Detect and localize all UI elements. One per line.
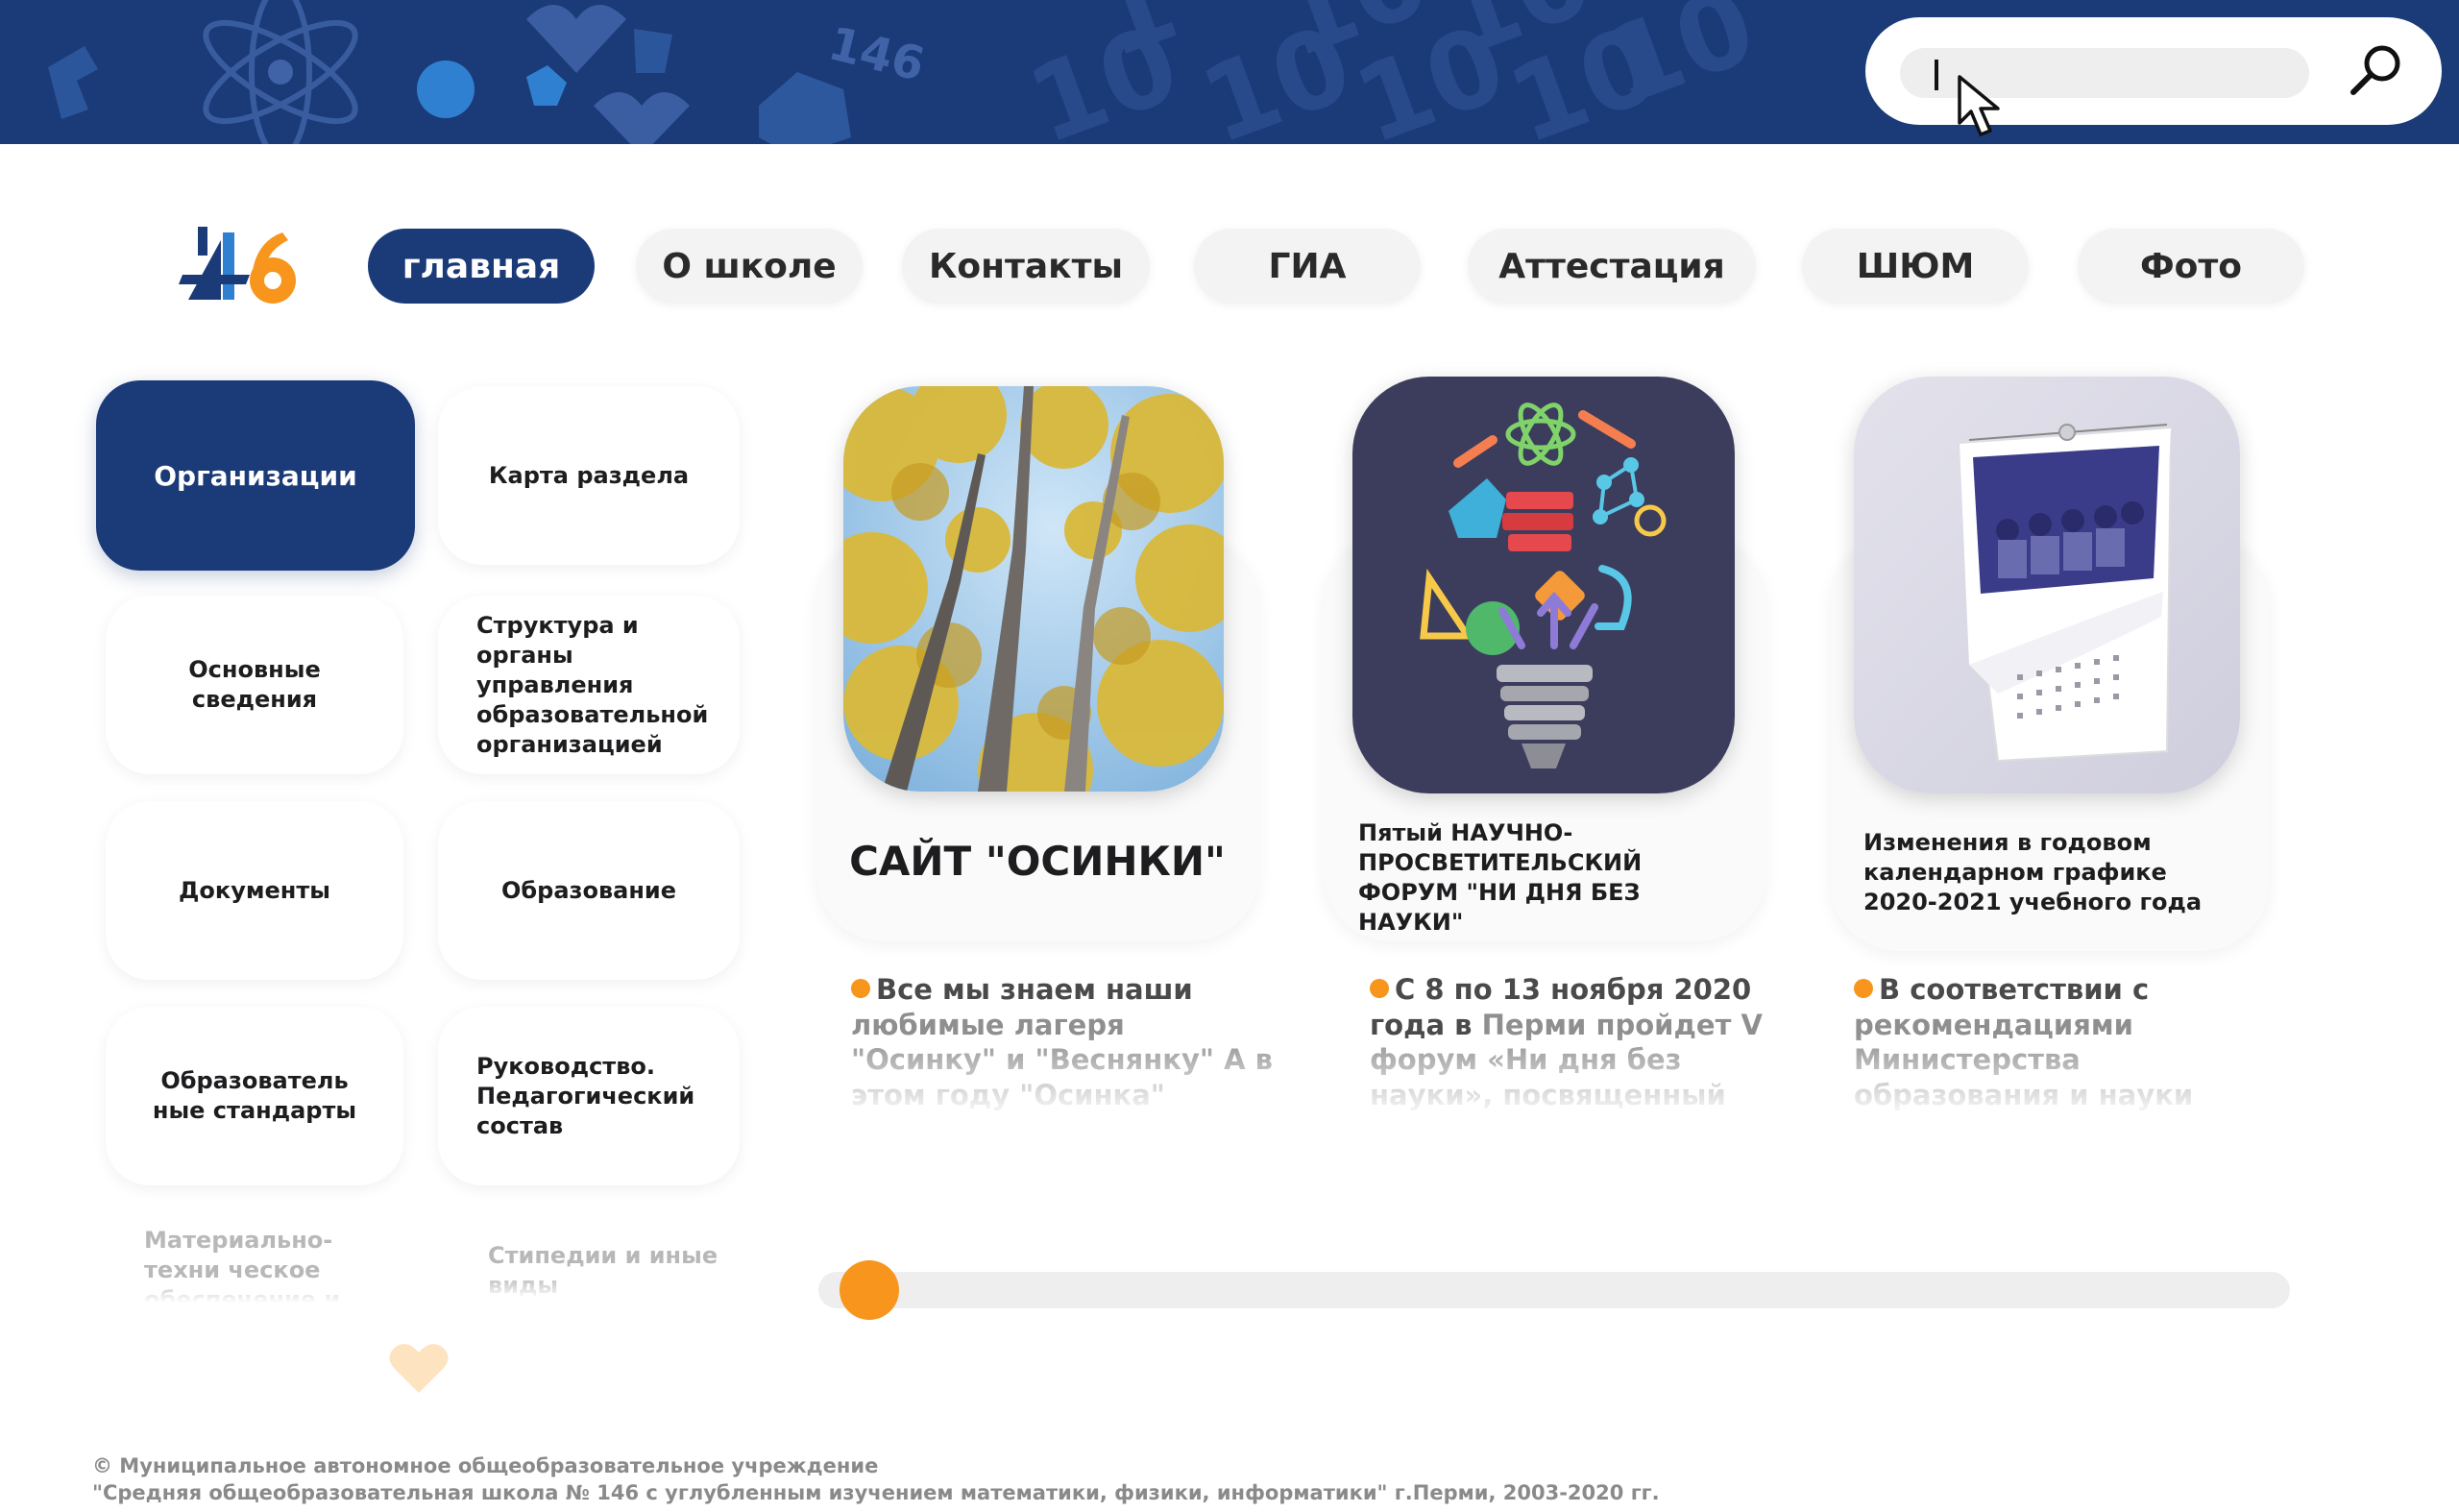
menu-item-education[interactable]: Образование <box>438 801 740 980</box>
wall-calendar-photo <box>1854 377 2240 793</box>
nav-item-gia[interactable]: ГИА <box>1194 229 1421 304</box>
news-excerpt: Все мы знаем наши любимые лагеря "Осинку… <box>851 972 1274 1126</box>
menu-item-scholarships[interactable]: Стипедии и иные виды <box>488 1241 738 1299</box>
bullet-dot <box>1370 979 1389 998</box>
carousel-scrollbar-track[interactable] <box>818 1272 2290 1308</box>
news-image-birch-trees[interactable] <box>843 386 1224 792</box>
nav-item-photo[interactable]: Фото <box>2078 229 2304 304</box>
nav-item-shyum[interactable]: ШЮМ <box>1802 229 2029 304</box>
news-excerpt: В соответствии с рекомендациями Министер… <box>1854 972 2276 1126</box>
menu-item-organizations[interactable]: Организации <box>96 380 415 571</box>
menu-item-documents[interactable]: Документы <box>106 801 403 980</box>
text-caret <box>1935 60 1938 90</box>
svg-text:146: 146 <box>823 16 930 92</box>
nav-item-attestation[interactable]: Аттестация <box>1468 229 1756 304</box>
news-image-science-bulb[interactable] <box>1352 377 1735 793</box>
menu-item-standards[interactable]: Образователь ные стандарты <box>106 1007 403 1185</box>
menu-item-management-staff[interactable]: Руководство. Педагогический состав <box>438 1007 740 1185</box>
bullet-dot <box>1854 979 1873 998</box>
footer-line-1: © Муниципальное автономное общеобразоват… <box>92 1454 879 1477</box>
news-image-calendar[interactable] <box>1854 377 2240 793</box>
school-logo[interactable] <box>179 219 304 307</box>
bullet-dot <box>851 979 870 998</box>
header-decoration: 146 10 10 10 10 1 10 10 10 <box>48 0 1770 144</box>
menu-item-basic-info[interactable]: Основные сведения <box>106 596 403 774</box>
news-title[interactable]: САЙТ "ОСИНКИ" <box>836 838 1239 885</box>
heart-icon[interactable] <box>388 1341 450 1395</box>
mouse-cursor-icon <box>1958 75 2000 136</box>
menu-item-section-map[interactable]: Карта раздела <box>438 386 740 565</box>
menu-item-equipment[interactable]: Материально-техни ческое обеспечение и о… <box>144 1226 403 1303</box>
search-bar <box>1865 17 2442 136</box>
news-excerpt: С 8 по 13 ноября 2020 года в Перми пройд… <box>1370 972 1792 1126</box>
search-button[interactable] <box>2346 40 2407 102</box>
news-title[interactable]: Изменения в годовом календарном графике … <box>1863 828 2248 917</box>
carousel-scrollbar-thumb[interactable] <box>840 1260 899 1320</box>
footer-line-2: "Средняя общеобразовательная школа № 146… <box>92 1481 1660 1504</box>
site-footer: © Муниципальное автономное общеобразоват… <box>92 1452 1660 1506</box>
birch-trees-photo <box>843 386 1224 792</box>
nav-item-about[interactable]: О школе <box>636 229 863 304</box>
search-icon <box>2350 45 2400 95</box>
menu-item-structure[interactable]: Структура и органы управления образовате… <box>438 596 740 774</box>
site-header: 146 10 10 10 10 1 10 10 10 <box>0 0 2459 144</box>
science-lightbulb-illustration <box>1352 377 1735 793</box>
nav-item-home[interactable]: главная <box>368 229 595 304</box>
logo-146-icon <box>179 227 296 304</box>
news-title[interactable]: Пятый НАУЧНО-ПРОСВЕТИТЕЛЬСКИЙ ФОРУМ "НИ … <box>1358 818 1742 938</box>
nav-item-contacts[interactable]: Контакты <box>902 229 1150 304</box>
